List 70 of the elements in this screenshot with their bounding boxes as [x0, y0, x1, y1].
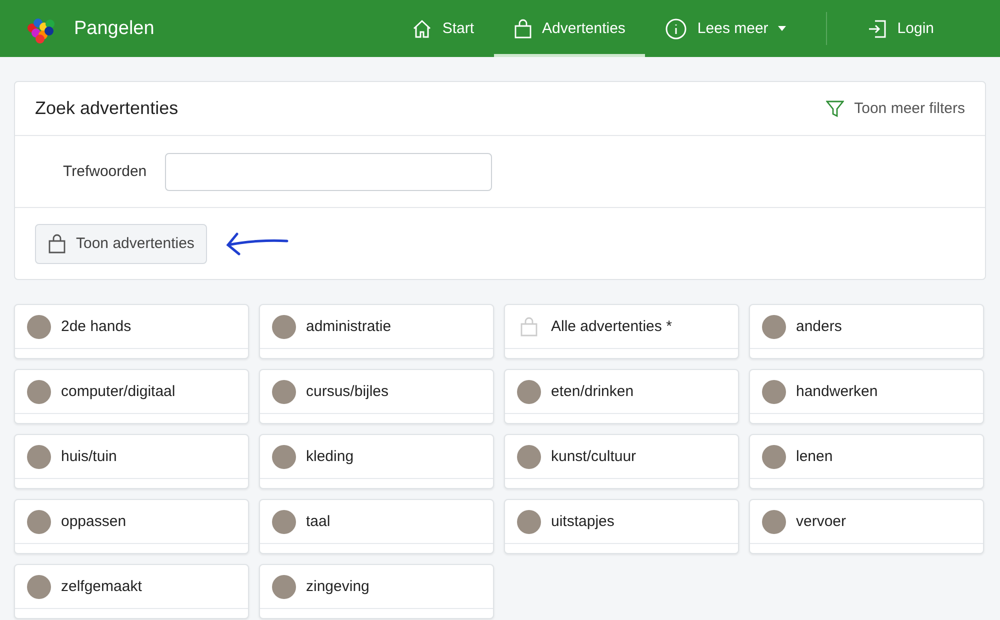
- home-icon: [412, 18, 432, 38]
- category-label: taal: [306, 513, 330, 530]
- category-card[interactable]: zingeving: [259, 564, 494, 619]
- category-card[interactable]: 2de hands: [14, 304, 249, 359]
- category-label: cursus/bijles: [306, 383, 389, 400]
- category-label: handwerken: [796, 383, 878, 400]
- photo-placeholder: [27, 380, 51, 404]
- nav-link[interactable]: Start: [392, 0, 494, 57]
- photo-placeholder: [272, 510, 296, 534]
- category-label: computer/digitaal: [61, 383, 176, 400]
- photo-placeholder: [272, 574, 296, 598]
- category-card[interactable]: Alle advertenties *: [504, 304, 739, 359]
- field-label: Trefwoorden: [63, 163, 147, 180]
- category-card[interactable]: taal: [259, 499, 494, 554]
- photo-placeholder: [517, 510, 541, 534]
- brand-name[interactable]: Pangelen: [74, 18, 154, 40]
- photo-placeholder: [762, 314, 786, 338]
- photo-placeholder: [27, 510, 51, 534]
- category-card[interactable]: vervoer: [749, 499, 984, 554]
- category-label: uitstapjes: [551, 513, 614, 530]
- category-card[interactable]: anders: [749, 304, 984, 359]
- category-card[interactable]: oppassen: [14, 499, 249, 554]
- category-label: oppassen: [61, 513, 126, 530]
- show-ads-button[interactable]: Toon advertenties: [35, 224, 208, 264]
- category-label: lenen: [796, 448, 833, 465]
- photo-placeholder: [27, 314, 51, 338]
- photo-placeholder: [762, 380, 786, 404]
- info-icon: [665, 18, 688, 40]
- category-card[interactable]: kunst/cultuur: [504, 434, 739, 489]
- bag-icon: [48, 234, 66, 254]
- photo-placeholder: [517, 444, 541, 468]
- category-label: kunst/cultuur: [551, 448, 636, 465]
- category-label: zingeving: [306, 578, 370, 595]
- bag-icon: [514, 18, 532, 38]
- category-card[interactable]: eten/drinken: [504, 369, 739, 424]
- photo-placeholder: [762, 510, 786, 534]
- category-label: huis/tuin: [61, 448, 117, 465]
- nav-link[interactable]: Lees meer: [645, 0, 806, 57]
- category-card[interactable]: uitstapjes: [504, 499, 739, 554]
- category-card[interactable]: zelfgemaakt: [14, 564, 249, 619]
- category-label: anders: [796, 318, 842, 335]
- filters-link[interactable]: Toon meer filters: [826, 100, 965, 118]
- category-card[interactable]: administratie: [259, 304, 494, 359]
- keywords-field[interactable]: [164, 152, 492, 190]
- photo-placeholder: [272, 444, 296, 468]
- login-icon: [867, 18, 888, 38]
- photo-placeholder: [27, 574, 51, 598]
- photo-placeholder: [517, 380, 541, 404]
- category-card[interactable]: handwerken: [749, 369, 984, 424]
- photo-placeholder: [272, 314, 296, 338]
- login-link[interactable]: Login: [847, 0, 954, 57]
- category-card[interactable]: cursus/bijles: [259, 369, 494, 424]
- category-card[interactable]: computer/digitaal: [14, 369, 249, 424]
- category-label: vervoer: [796, 513, 846, 530]
- photo-placeholder: [272, 380, 296, 404]
- search-title: Zoek advertenties: [35, 98, 178, 119]
- category-label: administratie: [306, 318, 392, 335]
- nav-link[interactable]: Advertenties: [494, 0, 646, 57]
- category-card[interactable]: kleding: [259, 434, 494, 489]
- category-label: zelfgemaakt: [61, 578, 142, 595]
- photo-placeholder: [762, 444, 786, 468]
- category-card[interactable]: huis/tuin: [14, 434, 249, 489]
- basket-icon: [520, 316, 538, 336]
- category-label: kleding: [306, 448, 354, 465]
- photo-placeholder: [27, 444, 51, 468]
- category-card[interactable]: lenen: [749, 434, 984, 489]
- category-label: Alle advertenties *: [551, 318, 672, 335]
- filter-icon: [826, 100, 844, 118]
- category-label: eten/drinken: [551, 383, 634, 400]
- category-label: 2de hands: [61, 318, 132, 335]
